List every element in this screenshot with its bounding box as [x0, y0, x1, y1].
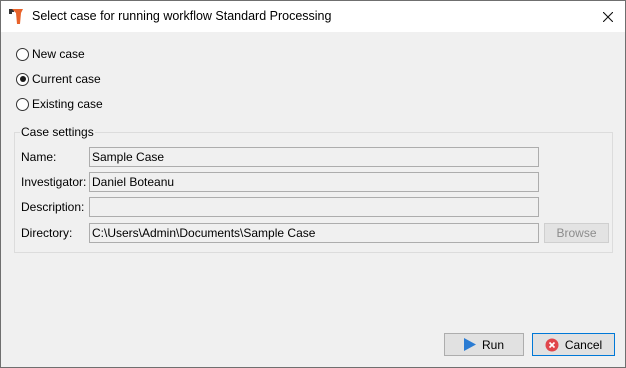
description-label: Description:	[21, 200, 85, 214]
dialog-window: Select case for running workflow Standar…	[0, 0, 626, 368]
workflow-app-icon	[9, 9, 26, 24]
run-button[interactable]: Run	[444, 333, 524, 356]
radio-label: Current case	[32, 72, 101, 86]
directory-field[interactable]: C:\Users\Admin\Documents\Sample Case	[89, 223, 539, 243]
radio-button[interactable]	[16, 47, 29, 61]
description-field[interactable]	[89, 197, 539, 217]
radio-new-case[interactable]: New case	[16, 46, 85, 62]
cancel-button[interactable]: Cancel	[532, 333, 615, 356]
name-field[interactable]: Sample Case	[89, 147, 539, 167]
close-icon	[603, 11, 613, 22]
cancel-label: Cancel	[564, 337, 603, 352]
close-button[interactable]	[591, 1, 625, 32]
browse-button[interactable]: Browse	[544, 223, 609, 243]
run-label: Run	[481, 337, 504, 352]
case-settings-legend: Case settings	[20, 125, 95, 139]
investigator-label: Investigator:	[21, 175, 87, 189]
window-title: Select case for running workflow Standar…	[32, 9, 332, 23]
play-icon	[463, 338, 476, 351]
radio-current-case[interactable]: Current case	[16, 71, 101, 87]
radio-existing-case[interactable]: Existing case	[16, 96, 103, 112]
radio-label: New case	[32, 47, 85, 61]
radio-button[interactable]	[16, 72, 29, 86]
radio-label: Existing case	[32, 97, 103, 111]
cancel-circle-icon	[545, 338, 559, 352]
investigator-field[interactable]: Daniel Boteanu	[89, 172, 539, 192]
name-label: Name:	[21, 150, 57, 164]
radio-button[interactable]	[16, 97, 29, 111]
title-bar: Select case for running workflow Standar…	[1, 1, 625, 32]
directory-label: Directory:	[21, 226, 73, 240]
